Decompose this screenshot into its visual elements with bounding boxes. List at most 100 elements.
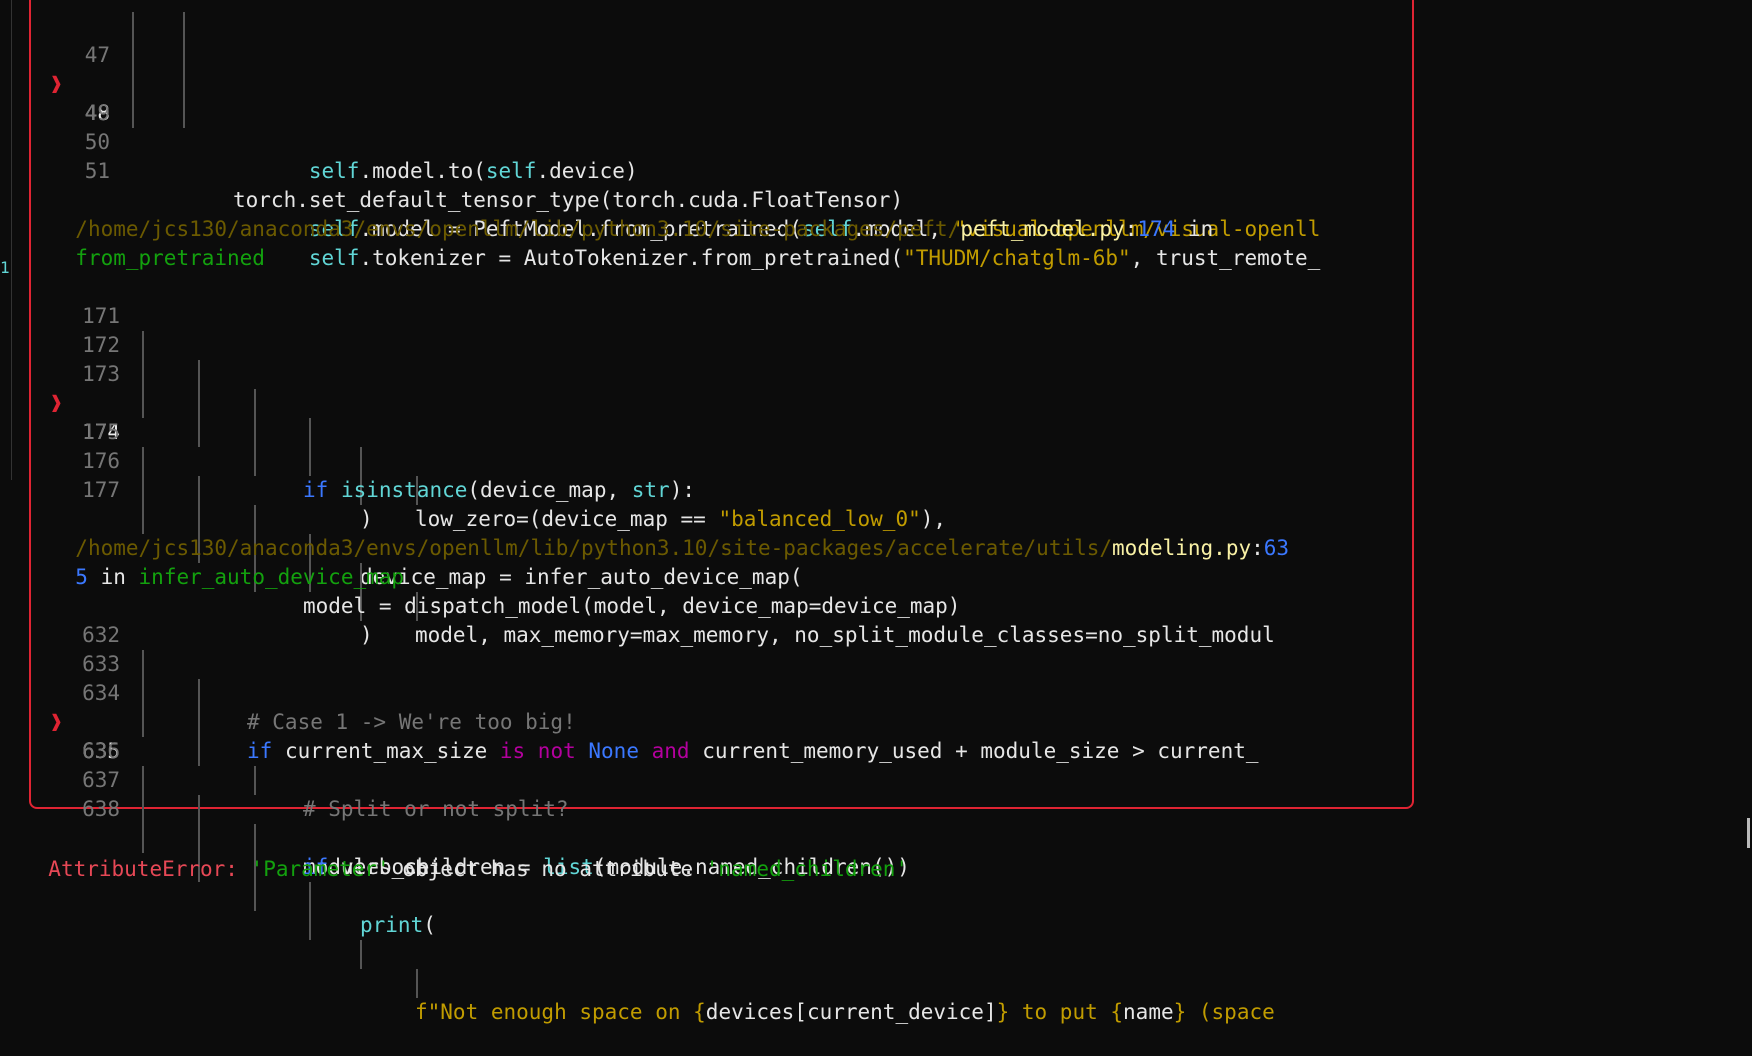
in-label: in bbox=[1175, 217, 1214, 241]
code-line-173: 173 if isinstance(device_map, str): bbox=[50, 331, 695, 502]
code-token: } (space bbox=[1173, 1000, 1275, 1024]
code-line-47: 47 self.model.to(self.device) bbox=[50, 12, 638, 183]
code-token: # Case 1 -> We're too big! bbox=[247, 710, 576, 734]
indent-guide bbox=[360, 940, 362, 969]
code-token: devices[current_device] bbox=[705, 1000, 997, 1024]
indent-guide bbox=[198, 389, 200, 418]
code-token: (device_map, bbox=[467, 478, 632, 502]
code-line-633: 633 if current_max_size is not None and … bbox=[50, 621, 1258, 763]
code-token: device_map = infer_auto_device_map( bbox=[360, 565, 803, 589]
indent-guide bbox=[198, 679, 200, 708]
separator: : bbox=[1124, 217, 1138, 241]
code-token: if bbox=[247, 739, 273, 763]
error-type: AttributeError: bbox=[48, 857, 238, 881]
separator: : bbox=[1251, 536, 1264, 560]
code-token: name bbox=[1123, 1000, 1174, 1024]
code-token: .tokenizer = AutoTokenizer.from_pretrain… bbox=[359, 246, 904, 270]
indent-guide bbox=[309, 418, 311, 447]
line-number: 177 bbox=[82, 478, 120, 502]
indent-guide bbox=[198, 418, 200, 447]
indent-guide bbox=[198, 476, 200, 505]
frame-2-function: from_pretrained bbox=[50, 215, 265, 270]
code-token: model, max_memory=max_memory, no_split_m… bbox=[415, 623, 1275, 647]
indent-guide bbox=[142, 389, 144, 418]
code-token: # Split or not split? bbox=[303, 797, 569, 821]
code-token: , trust_remote_ bbox=[1130, 246, 1321, 270]
indent-guide bbox=[198, 708, 200, 737]
code-token: ( bbox=[423, 913, 436, 937]
function-name: from_pretrained bbox=[75, 246, 265, 270]
indent-guide bbox=[142, 331, 144, 360]
code-token: } to put { bbox=[996, 1000, 1124, 1024]
code-token: current_max_size bbox=[272, 739, 500, 763]
code-token: ) bbox=[360, 623, 373, 647]
indent-guide bbox=[254, 447, 256, 476]
left-divider bbox=[11, 0, 12, 480]
indent-guide bbox=[254, 882, 256, 911]
code-token: .device) bbox=[536, 159, 638, 183]
indent-guide bbox=[309, 882, 311, 911]
code-line-638: 638 f"Not enough space on {devices[curre… bbox=[50, 766, 1275, 1024]
frame-3-location: /home/jcs130/anaconda3/envs/openllm/lib/… bbox=[50, 505, 1289, 560]
left-edge-glyph: 1 bbox=[0, 258, 10, 277]
indent-guide bbox=[183, 12, 185, 41]
indent-guide bbox=[132, 41, 134, 70]
error-string: 'named_children' bbox=[705, 857, 909, 881]
frame-3-function: 5 in infer_auto_device_map bbox=[50, 534, 404, 589]
code-line-50: 50 self.tokenizer = AutoTokenizer.from_p… bbox=[50, 99, 1320, 270]
code-line-175: 175 model, max_memory=max_memory, no_spl… bbox=[50, 389, 1275, 647]
code-token: "THUDM/chatglm-6b" bbox=[903, 246, 1131, 270]
frame-2-location: /home/jcs130/anaconda3/envs/openllm/lib/… bbox=[50, 186, 1213, 241]
code-token: f"Not enough space on { bbox=[415, 1000, 706, 1024]
code-line-171: 171 low_zero=(device_map == "balanced_lo… bbox=[50, 273, 946, 531]
error-message: AttributeError: 'Parameter' object has n… bbox=[23, 826, 908, 881]
line-number-ref: 5 bbox=[75, 565, 88, 589]
indent-guide bbox=[254, 418, 256, 447]
line-number-ref: 174 bbox=[1137, 217, 1176, 241]
indent-guide bbox=[142, 360, 144, 389]
code-line-635: ❱ 635 modules_children = list(module.nam… bbox=[50, 679, 910, 879]
code-token: and bbox=[651, 739, 690, 763]
indent-guide bbox=[142, 708, 144, 737]
code-token: None bbox=[588, 739, 639, 763]
scrollbar-thumb[interactable] bbox=[1747, 818, 1750, 848]
code-line-637: 637 print( bbox=[50, 737, 436, 937]
code-line-172: 172 ) bbox=[50, 302, 373, 531]
error-string: 'Parameter' bbox=[250, 857, 390, 881]
indent-guide bbox=[183, 41, 185, 70]
line-number-ref: 63 bbox=[1263, 536, 1290, 560]
line-number: 638 bbox=[82, 797, 120, 821]
code-token: print bbox=[360, 913, 424, 937]
code-token: is not bbox=[499, 739, 576, 763]
error-text: object has no attribute bbox=[389, 857, 706, 881]
function-name: infer_auto_device_map bbox=[138, 565, 405, 589]
code-line-636: 636 if verbose: bbox=[50, 708, 442, 879]
code-line-176: 176 ) bbox=[50, 418, 373, 647]
file-name: modeling.py bbox=[1112, 536, 1252, 560]
file-name: peft_model.py bbox=[960, 217, 1125, 241]
indent-guide bbox=[142, 650, 144, 679]
code-line-177: 177 model = dispatch_model(model, device… bbox=[50, 447, 960, 618]
code-line-51: 51 bbox=[50, 128, 110, 183]
indent-guide bbox=[416, 969, 418, 998]
indent-guide bbox=[132, 12, 134, 41]
indent-guide bbox=[142, 447, 144, 476]
code-token: self bbox=[308, 159, 360, 183]
indent-guide bbox=[309, 447, 311, 476]
code-line-634: 634 # Split or not split? bbox=[50, 650, 568, 821]
indent-guide bbox=[132, 70, 134, 99]
code-token: if bbox=[303, 478, 329, 502]
indent-guide bbox=[142, 766, 144, 795]
indent-guide bbox=[142, 795, 144, 824]
line-number: 51 bbox=[84, 159, 110, 183]
indent-guide bbox=[198, 360, 200, 389]
code-line-48: ❱ 48 self.model = PeftModel.from_pretrai… bbox=[50, 41, 1320, 241]
code-token: model = dispatch_model(model, device_map… bbox=[303, 594, 961, 618]
indent-guide bbox=[254, 766, 256, 795]
indent-guide bbox=[183, 99, 185, 128]
indent-guide bbox=[142, 679, 144, 708]
traceback-panel bbox=[29, 0, 1414, 809]
